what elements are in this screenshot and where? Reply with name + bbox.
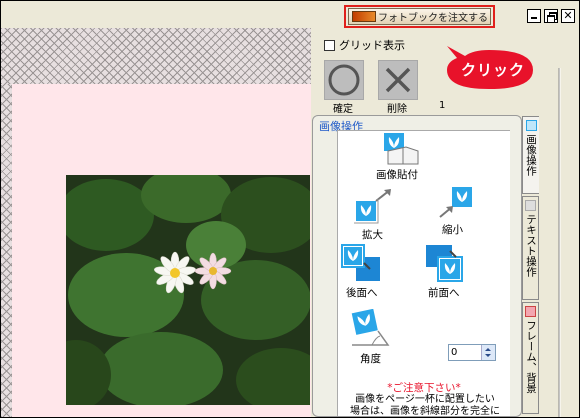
note-line-1: 画像をページ一杯に配置したい xyxy=(355,394,495,405)
restore-icon[interactable] xyxy=(544,9,558,23)
tab-frame-background[interactable]: フレーム、背景 xyxy=(522,302,539,414)
tab-image-operation[interactable]: 画像操作 xyxy=(522,116,539,194)
cross-icon xyxy=(385,67,411,93)
send-backward-icon xyxy=(341,244,380,281)
enlarge-icon xyxy=(354,189,391,224)
angle-value: 0 xyxy=(451,347,458,358)
grid-label: グリッド表示 xyxy=(339,39,405,52)
grid-checkbox[interactable] xyxy=(324,39,335,51)
grid-toggle[interactable]: グリッド表示 xyxy=(324,37,405,53)
delete-button[interactable] xyxy=(378,60,418,100)
callout-text: クリック xyxy=(461,61,526,79)
tab-image-label: 画像操作 xyxy=(525,134,537,176)
bleed-area-left xyxy=(1,84,12,417)
order-button-label: フォトブックを注文する xyxy=(378,13,488,24)
shrink-button[interactable] xyxy=(438,183,478,222)
image-tab-icon xyxy=(525,120,537,131)
confirm-label: 確定 xyxy=(333,104,353,115)
paste-image-button[interactable] xyxy=(380,133,422,168)
send-backward-button[interactable] xyxy=(340,243,384,286)
text-tab-icon xyxy=(525,200,536,211)
rotate-icon xyxy=(351,308,390,346)
page-canvas[interactable] xyxy=(1,28,311,417)
photobook-editor-window: フォトブックを注文する ✕ グリッド表示 確定 削除 1 クリック 画像操作 画… xyxy=(0,0,580,418)
angle-label: 角度 xyxy=(360,353,381,365)
title-bar: フォトブックを注文する ✕ xyxy=(1,1,579,28)
minimize-icon[interactable] xyxy=(527,9,541,23)
confirm-button[interactable] xyxy=(324,60,364,100)
delete-label: 削除 xyxy=(387,104,407,115)
bleed-area-top xyxy=(1,28,311,84)
shrink-icon xyxy=(439,187,472,218)
warning-title: *ご注意下さい* xyxy=(387,382,461,394)
spinner-updown-icon xyxy=(485,348,491,357)
bring-forward-icon xyxy=(426,245,463,282)
tool-panel-area: グリッド表示 確定 削除 1 クリック 画像操作 画像貼付 拡大 縮小 後面へ … xyxy=(311,28,579,417)
placed-photo[interactable] xyxy=(66,175,310,405)
order-photobook-button[interactable]: フォトブックを注文する xyxy=(348,8,491,25)
note-line-2: 場合は、画像を斜線部分を完全に xyxy=(350,406,500,417)
send-backward-label: 後面へ xyxy=(346,287,378,299)
rotate-button[interactable] xyxy=(350,308,390,350)
paste-image-icon xyxy=(384,133,419,165)
panel-scroll-edge xyxy=(558,68,561,417)
enlarge-label: 拡大 xyxy=(362,229,383,241)
angle-spinner[interactable]: 0 xyxy=(448,344,496,361)
spinner-arrows-icon[interactable] xyxy=(481,345,495,360)
item-count: 1 xyxy=(439,100,446,111)
shrink-label: 縮小 xyxy=(442,224,463,236)
click-callout: クリック xyxy=(443,42,536,91)
paste-image-label: 画像貼付 xyxy=(376,169,418,181)
tab-text-label: テキスト操作 xyxy=(525,214,537,277)
tab-text-operation[interactable]: テキスト操作 xyxy=(522,196,539,300)
panel-content: 画像貼付 拡大 縮小 後面へ 前面へ 角度 0 *ご注意下さい* 画像をページ一… xyxy=(337,130,510,417)
frame-tab-icon xyxy=(525,306,536,317)
tab-frame-label: フレーム、背景 xyxy=(525,320,537,394)
close-icon[interactable]: ✕ xyxy=(561,9,575,23)
bring-forward-button[interactable] xyxy=(424,243,468,286)
note-text: 画像をページ一杯に配置したい 場合は、画像を斜線部分を完全に xyxy=(340,394,510,417)
image-operation-panel: 画像操作 画像貼付 拡大 縮小 後面へ 前面へ 角度 0 *ご注意下さい* 画像… xyxy=(312,115,522,417)
enlarge-button[interactable] xyxy=(354,189,394,228)
water-lily-photo xyxy=(66,175,310,405)
circle-icon xyxy=(328,64,360,96)
order-button-icon xyxy=(352,11,376,22)
bring-forward-label: 前面へ xyxy=(428,287,460,299)
